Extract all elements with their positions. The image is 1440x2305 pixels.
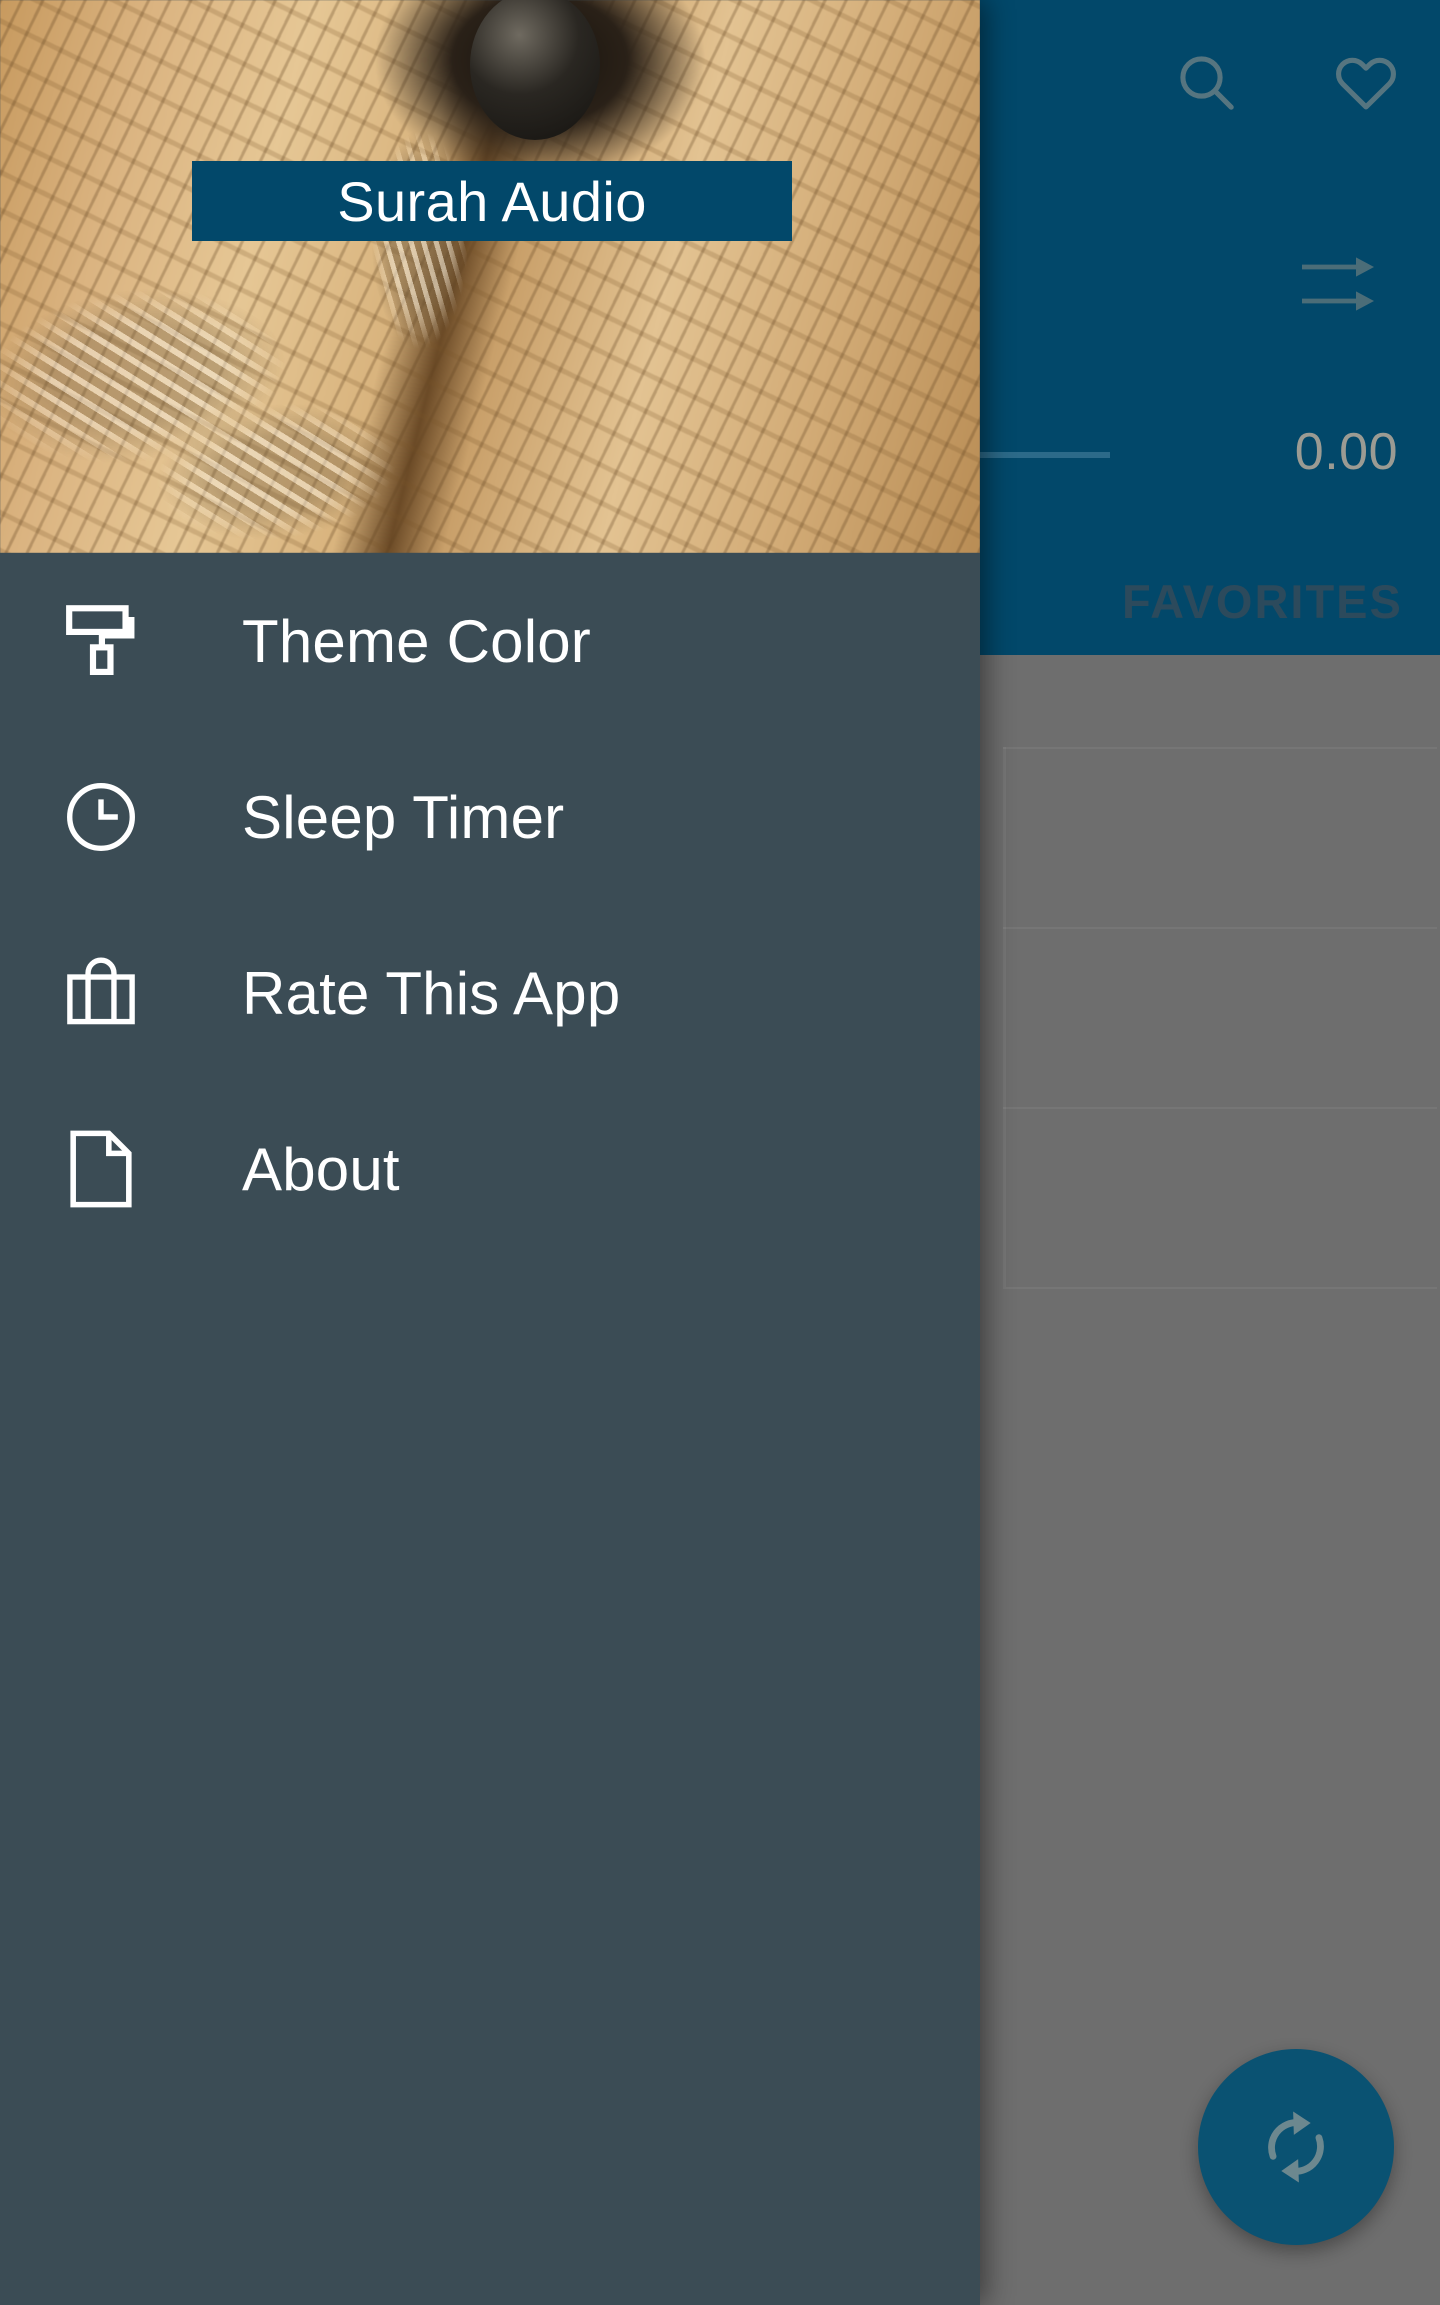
double-arrow-right-icon[interactable]: [1298, 250, 1378, 320]
repeat-fab-button[interactable]: [1198, 2049, 1394, 2245]
list-row-edge: [1003, 1107, 1006, 1287]
menu-label: About: [242, 1135, 400, 1203]
drawer-title-box: Surah Audio: [192, 161, 792, 241]
menu-label: Sleep Timer: [242, 783, 565, 851]
player-time-label: 0.00: [1294, 423, 1398, 481]
menu-item-about[interactable]: About: [0, 1081, 980, 1257]
list-divider: [1003, 747, 1437, 749]
drawer-header: Surah Audio: [0, 0, 980, 553]
shopping-bag-icon: [64, 953, 138, 1033]
favorite-heart-icon[interactable]: [1330, 46, 1402, 118]
menu-label: Rate This App: [242, 959, 621, 1027]
list-divider: [1003, 927, 1437, 929]
clock-icon: [64, 777, 138, 857]
drawer-menu: Theme Color Sleep Timer Rate This App Ab…: [0, 553, 980, 1257]
document-icon: [64, 1129, 138, 1209]
tab-favorites[interactable]: FAVORITES: [1122, 574, 1403, 629]
navigation-drawer: Surah Audio Theme Color Sleep Timer Rate…: [0, 0, 980, 2305]
menu-item-sleep-timer[interactable]: Sleep Timer: [0, 729, 980, 905]
list-row-edge: [1003, 747, 1006, 927]
list-row-edge: [1003, 927, 1006, 1107]
drawer-title: Surah Audio: [337, 169, 647, 233]
list-divider: [1003, 1107, 1437, 1109]
toolbar-action-icons: [1170, 46, 1402, 118]
menu-item-rate-this-app[interactable]: Rate This App: [0, 905, 980, 1081]
repeat-loop-icon: [1268, 2111, 1324, 2183]
paint-roller-icon: [64, 601, 138, 681]
list-divider: [1003, 1287, 1437, 1289]
search-icon[interactable]: [1170, 46, 1242, 118]
menu-item-theme-color[interactable]: Theme Color: [0, 553, 980, 729]
menu-label: Theme Color: [242, 607, 591, 675]
